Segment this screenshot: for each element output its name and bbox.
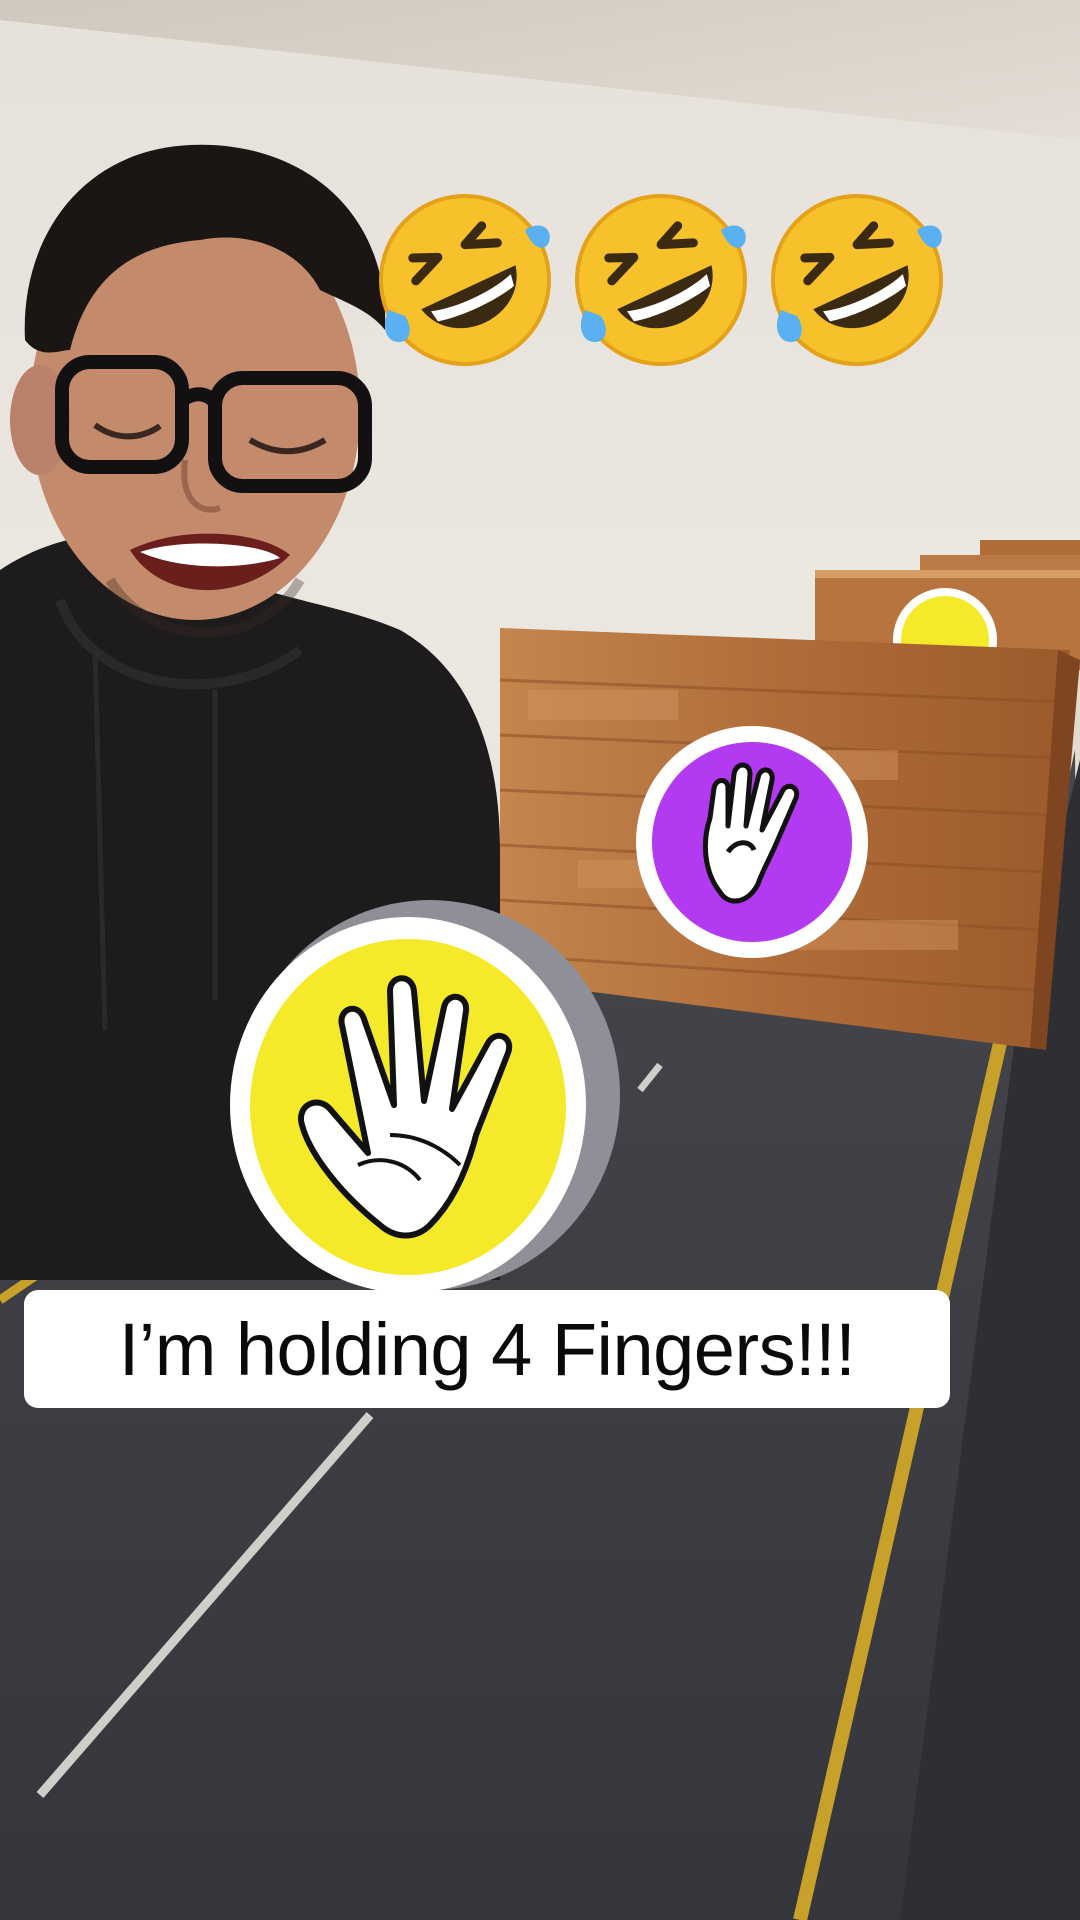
rolling-on-floor-laughing-emoji-icon (575, 194, 747, 366)
four-fingers-hand-icon (636, 726, 868, 958)
rolling-on-floor-laughing-emoji-icon (771, 194, 943, 366)
five-fingers-hand-icon (230, 900, 620, 1293)
rolling-on-floor-laughing-emoji-icon (379, 194, 551, 366)
caption-box: I’m holding 4 Fingers!!! (24, 1290, 950, 1408)
caption-text: I’m holding 4 Fingers!!! (118, 1307, 856, 1391)
reaction-emoji-row (375, 190, 955, 380)
game-scene: I’m holding 4 Fingers!!! (0, 0, 1080, 1920)
